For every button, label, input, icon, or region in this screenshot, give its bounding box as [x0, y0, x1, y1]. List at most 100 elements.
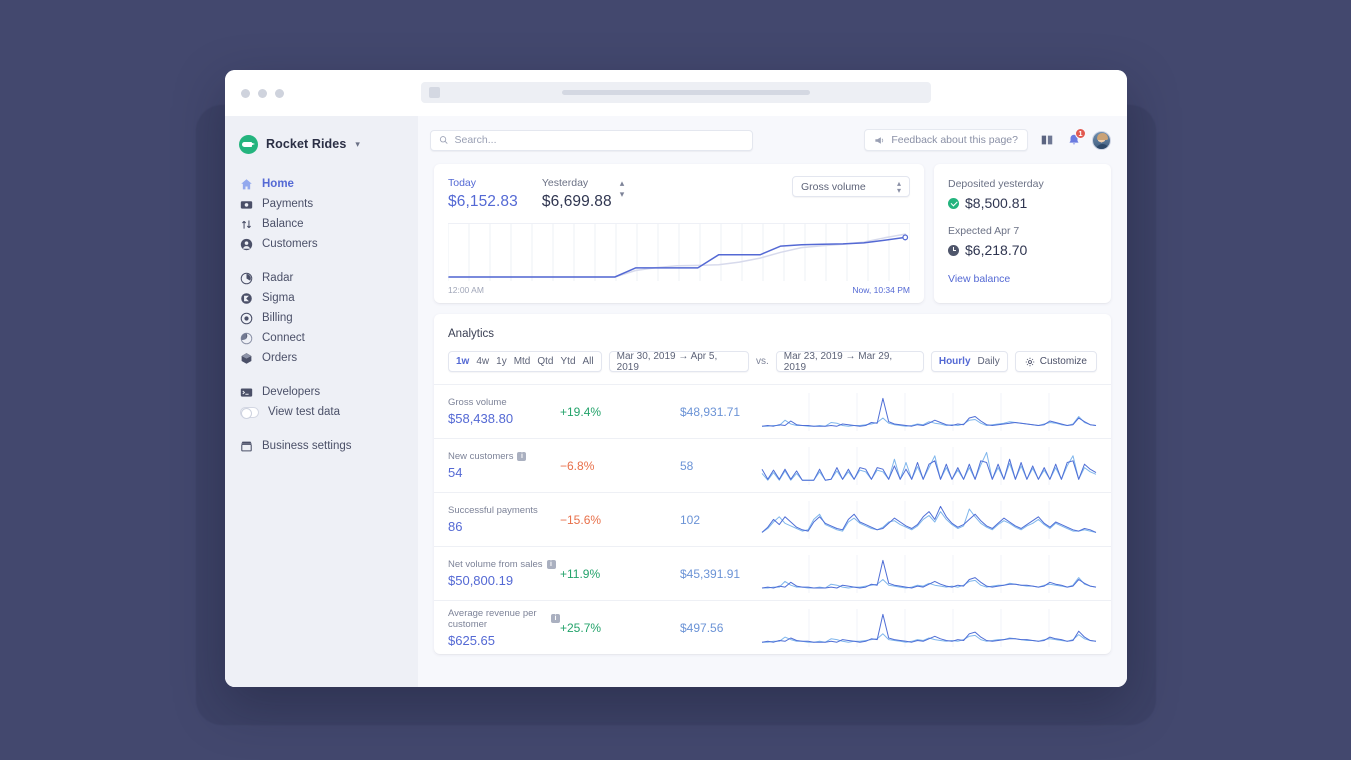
- sidebar-item-label: Sigma: [262, 292, 295, 304]
- range-option-ytd[interactable]: Ytd: [561, 356, 576, 367]
- book-icon: [1041, 135, 1052, 145]
- metric-value: $58,438.80: [448, 411, 514, 426]
- today-chart-axis: 12:00 AM Now, 10:34 PM: [448, 285, 910, 295]
- metric-row[interactable]: Net volume from sales i $50,800.19 +11.9% $4…: [434, 546, 1111, 600]
- sidebar-item-connect[interactable]: Connect: [225, 328, 418, 348]
- today-chart: [447, 223, 911, 281]
- address-bar[interactable]: [421, 82, 931, 103]
- sidebar-item-label: Connect: [262, 332, 305, 344]
- axis-start-label: 12:00 AM: [448, 285, 484, 295]
- search-box[interactable]: [430, 129, 753, 151]
- metric-left: Successful payments 86: [448, 505, 560, 534]
- sidebar-item-sigma[interactable]: Sigma: [225, 288, 418, 308]
- sidebar-item-home[interactable]: Home: [225, 174, 418, 194]
- brand-switcher[interactable]: Rocket Rides ▾: [225, 130, 418, 158]
- metric-select-value: Gross volume: [801, 180, 866, 193]
- maximize-button[interactable]: [275, 88, 284, 98]
- nav-group-products: Radar Sigma Billing Connect Orders: [225, 268, 418, 368]
- info-icon[interactable]: i: [551, 614, 560, 623]
- view-balance-link[interactable]: View balance: [948, 273, 1097, 285]
- metric-select[interactable]: Gross volume ▴ ▾: [792, 176, 910, 197]
- check-circle-icon: [948, 197, 959, 209]
- sidebar-item-radar[interactable]: Radar: [225, 268, 418, 288]
- granularity-option-daily[interactable]: Daily: [978, 356, 1000, 367]
- deposited-value: $8,500.81: [965, 195, 1028, 211]
- sidebar-item-business-settings[interactable]: Business settings: [225, 436, 418, 456]
- deposited-amount: $8,500.81: [948, 195, 1097, 211]
- kpi-today-value: $6,152.83: [448, 193, 518, 210]
- avatar[interactable]: [1092, 130, 1111, 150]
- granularity-selector[interactable]: Hourly Daily: [930, 351, 1008, 372]
- nav-group-dev: Developers View test data: [225, 382, 418, 422]
- metric-row[interactable]: Gross volume $58,438.80 +19.4% $48,931.71: [434, 384, 1111, 438]
- radar-icon: [240, 272, 253, 284]
- sidebar-item-label: Billing: [262, 312, 293, 324]
- metric-row[interactable]: New customers i 54 −6.8% 58: [434, 438, 1111, 492]
- range-selector[interactable]: 1w 4w 1y Mtd Qtd Ytd All: [448, 351, 602, 372]
- sidebar-item-payments[interactable]: Payments: [225, 194, 418, 214]
- metric-delta: +19.4%: [560, 404, 602, 419]
- metric-value: 54: [448, 465, 463, 480]
- metric-sparkline: [761, 608, 1097, 647]
- metric-sparkline: [761, 554, 1097, 593]
- sigma-icon: [241, 292, 252, 304]
- feedback-button[interactable]: Feedback about this page?: [864, 129, 1028, 151]
- range-option-4w[interactable]: 4w: [476, 356, 489, 367]
- sort-icon[interactable]: ▴ ▾: [620, 178, 625, 200]
- period-compare[interactable]: Mar 23, 2019 → Mar 29, 2019: [775, 351, 924, 373]
- sidebar-item-billing[interactable]: Billing: [225, 308, 418, 328]
- metric-label-text: Average revenue per customer: [448, 607, 537, 630]
- metric-value: $50,800.19: [448, 573, 514, 588]
- metric-row[interactable]: Average revenue per customer i $625.65 +25.…: [434, 600, 1111, 654]
- customers-icon: [240, 238, 253, 250]
- sidebar-item-label: Home: [262, 178, 294, 190]
- sidebar-item-label: Orders: [262, 352, 298, 364]
- metric-left: Net volume from sales i $50,800.19: [448, 559, 560, 588]
- metric-previous-value: 58: [680, 458, 694, 473]
- chevron-down-icon: ▾: [355, 138, 360, 149]
- range-option-1w[interactable]: 1w: [456, 356, 469, 367]
- range-option-all[interactable]: All: [583, 356, 594, 367]
- customize-button[interactable]: Customize: [1014, 351, 1097, 372]
- connect-icon: [240, 332, 253, 344]
- metric-previous-value: 102: [680, 512, 701, 527]
- metric-sparkline: [761, 446, 1097, 485]
- range-option-1y[interactable]: 1y: [496, 356, 507, 367]
- search-input[interactable]: [454, 134, 744, 146]
- kpi-today-label: Today: [448, 177, 477, 189]
- kpi-yesterday-value: $6,699.88: [541, 193, 612, 210]
- info-icon[interactable]: i: [517, 452, 527, 461]
- sidebar-item-label: Customers: [262, 238, 318, 250]
- sidebar-item-orders[interactable]: Orders: [225, 348, 418, 368]
- sidebar-item-customers[interactable]: Customers: [225, 234, 418, 254]
- metric-row[interactable]: Successful payments 86 −15.6% 102: [434, 492, 1111, 546]
- metric-delta: −6.8%: [560, 458, 595, 473]
- info-icon[interactable]: i: [546, 560, 556, 569]
- nav-group-settings: Business settings: [225, 436, 418, 456]
- sidebar-item-label: Business settings: [262, 440, 352, 452]
- close-button[interactable]: [241, 88, 250, 98]
- megaphone-icon: [875, 136, 884, 144]
- notifications-button[interactable]: 1: [1065, 127, 1086, 149]
- topbar: Feedback about this page? 1: [418, 116, 1127, 164]
- metric-label-text: Net volume from sales: [448, 559, 543, 570]
- page-title: Analytics: [448, 328, 495, 340]
- range-option-qtd[interactable]: Qtd: [537, 356, 553, 367]
- sidebar-item-balance[interactable]: Balance: [225, 214, 418, 234]
- metric-list: Gross volume $58,438.80 +19.4% $48,931.71 Ne…: [434, 384, 1111, 654]
- sidebar-item-label: Payments: [262, 198, 314, 210]
- range-option-mtd[interactable]: Mtd: [514, 356, 531, 367]
- notification-badge: 1: [1075, 127, 1086, 139]
- url-placeholder: [562, 90, 810, 95]
- granularity-option-hourly[interactable]: Hourly: [939, 356, 971, 367]
- today-volume-card: Today $6,152.83 Yesterday $6,699.88 ▴▾: [434, 164, 924, 303]
- toggle-off-icon[interactable]: [240, 406, 259, 419]
- window-traffic-lights[interactable]: [241, 88, 284, 98]
- metric-label-text: Successful payments: [448, 505, 538, 516]
- minimize-button[interactable]: [258, 88, 267, 98]
- sidebar-item-developers[interactable]: Developers: [225, 382, 418, 402]
- sidebar-item-view-test-data[interactable]: View test data: [225, 402, 418, 422]
- docs-button[interactable]: [1038, 132, 1055, 149]
- period-current[interactable]: Mar 30, 2019 → Apr 5, 2019: [608, 351, 749, 373]
- metric-sparkline: [761, 500, 1097, 539]
